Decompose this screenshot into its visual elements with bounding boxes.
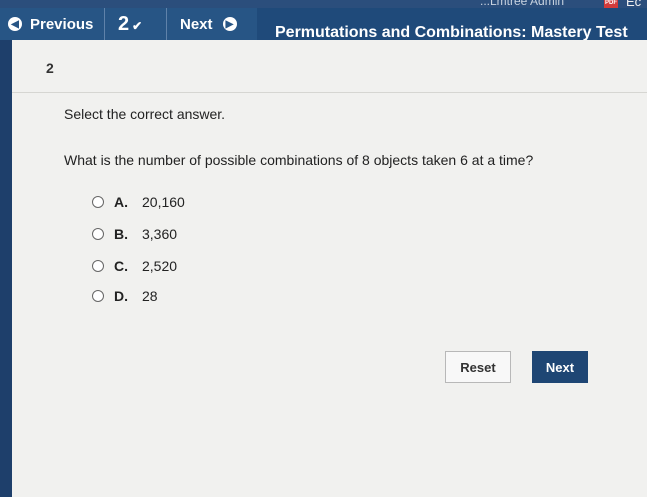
next-nav-label: Next: [180, 15, 213, 33]
radio-button[interactable]: [92, 260, 104, 272]
question-selector-number: 2: [118, 12, 130, 35]
option-text: 3,360: [142, 226, 178, 242]
toolbar-divider: [166, 8, 167, 40]
question-number-bar: 2: [12, 50, 647, 93]
previous-button[interactable]: ◀ Previous: [8, 8, 93, 40]
answer-option-b[interactable]: B. 3,360: [92, 226, 177, 242]
question-panel: 2 Select the correct answer. What is the…: [12, 40, 647, 497]
radio-button[interactable]: [92, 228, 104, 240]
question-prompt: What is the number of possible combinati…: [64, 152, 534, 168]
pdf-icon: PDF: [604, 0, 618, 8]
test-toolbar: ◀ Previous 2 ✔ Next ▶ Permutations and C…: [0, 8, 647, 58]
answer-option-d[interactable]: D. 28: [92, 288, 158, 304]
arrow-right-icon: ▶: [222, 17, 237, 31]
option-text: 28: [142, 288, 158, 304]
radio-button[interactable]: [92, 196, 104, 208]
option-letter: D.: [114, 288, 128, 304]
option-text: 20,160: [142, 194, 185, 210]
option-letter: B.: [114, 226, 128, 242]
chevron-down-icon: ✔: [132, 19, 143, 33]
question-number: 2: [46, 60, 54, 76]
os-bar-text: ...Lmtree Admin: [480, 0, 565, 8]
option-letter: C.: [114, 258, 128, 274]
answer-option-a[interactable]: A. 20,160: [92, 194, 185, 210]
instruction-text: Select the correct answer.: [64, 106, 226, 122]
question-selector[interactable]: 2 ✔: [118, 8, 142, 40]
radio-button[interactable]: [92, 290, 104, 302]
option-text: 2,520: [142, 258, 178, 274]
reset-button[interactable]: Reset: [445, 351, 511, 383]
next-nav-button[interactable]: Next ▶: [180, 8, 237, 40]
previous-label: Previous: [30, 15, 94, 33]
arrow-left-icon: ◀: [8, 17, 22, 31]
answer-option-c[interactable]: C. 2,520: [92, 258, 177, 274]
os-top-bar: ...Lmtree Admin PDF Ec: [0, 0, 647, 9]
option-letter: A.: [114, 194, 128, 210]
toolbar-divider: [104, 8, 105, 40]
next-button[interactable]: Next: [532, 351, 588, 383]
